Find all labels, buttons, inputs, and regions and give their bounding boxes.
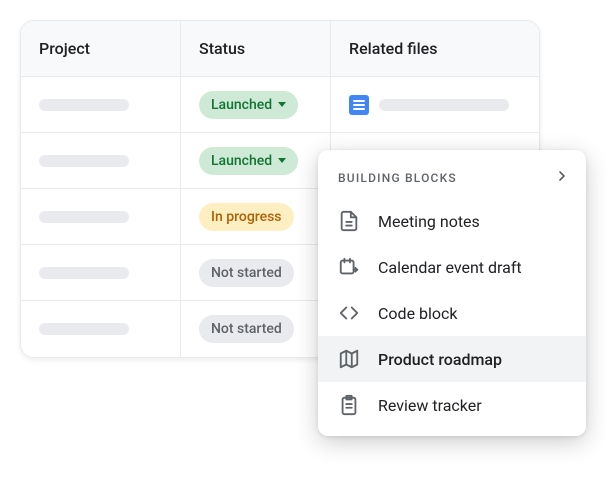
google-doc-icon: [349, 95, 369, 115]
popup-item-label: Code block: [378, 304, 458, 323]
status-chip-in-progress[interactable]: In progress: [199, 203, 294, 231]
status-chip-not-started[interactable]: Not started: [199, 259, 294, 287]
status-chip-label: Launched: [211, 97, 272, 113]
popup-item-calendar-draft[interactable]: Calendar event draft: [318, 244, 586, 290]
column-header-project: Project: [21, 21, 181, 77]
project-cell[interactable]: [21, 301, 181, 357]
popup-item-label: Review tracker: [378, 396, 482, 415]
status-chip-launched[interactable]: Launched: [199, 91, 298, 119]
chevron-down-icon: [278, 102, 286, 107]
clipboard-icon: [338, 394, 360, 416]
status-chip-not-started[interactable]: Not started: [199, 315, 294, 343]
code-icon: [338, 302, 360, 324]
popup-item-code-block[interactable]: Code block: [318, 290, 586, 336]
status-cell[interactable]: Launched: [181, 133, 331, 189]
column-header-status: Status: [181, 21, 331, 77]
popup-item-product-roadmap[interactable]: Product roadmap: [318, 336, 586, 382]
popup-title: BUILDING BLOCKS: [338, 171, 457, 185]
project-cell[interactable]: [21, 245, 181, 301]
popup-item-meeting-notes[interactable]: Meeting notes: [318, 198, 586, 244]
project-cell[interactable]: [21, 189, 181, 245]
map-icon: [338, 348, 360, 370]
status-cell[interactable]: Not started: [181, 245, 331, 301]
placeholder-bar: [39, 155, 129, 167]
status-cell[interactable]: In progress: [181, 189, 331, 245]
placeholder-bar: [39, 211, 129, 223]
building-blocks-popup: BUILDING BLOCKS Meeting notes Calendar e…: [318, 150, 586, 436]
placeholder-bar: [39, 267, 129, 279]
status-chip-launched[interactable]: Launched: [199, 147, 298, 175]
placeholder-bar: [379, 99, 509, 111]
calendar-icon: [338, 256, 360, 278]
project-cell[interactable]: [21, 133, 181, 189]
chevron-down-icon: [278, 158, 286, 163]
project-cell[interactable]: [21, 77, 181, 133]
popup-item-review-tracker[interactable]: Review tracker: [318, 382, 586, 428]
document-icon: [338, 210, 360, 232]
table-row: Launched: [21, 77, 539, 133]
status-chip-label: Not started: [211, 321, 282, 337]
status-cell[interactable]: Not started: [181, 301, 331, 357]
popup-item-label: Meeting notes: [378, 212, 480, 231]
chevron-right-icon: [554, 168, 570, 188]
status-chip-label: In progress: [211, 209, 282, 225]
table-header-row: Project Status Related files: [21, 21, 539, 77]
column-header-related: Related files: [331, 21, 539, 77]
status-cell[interactable]: Launched: [181, 77, 331, 133]
placeholder-bar: [39, 99, 129, 111]
status-chip-label: Launched: [211, 153, 272, 169]
status-chip-label: Not started: [211, 265, 282, 281]
placeholder-bar: [39, 323, 129, 335]
popup-header[interactable]: BUILDING BLOCKS: [318, 158, 586, 198]
related-cell[interactable]: [331, 77, 539, 133]
popup-item-label: Product roadmap: [378, 350, 502, 369]
popup-item-label: Calendar event draft: [378, 258, 522, 277]
